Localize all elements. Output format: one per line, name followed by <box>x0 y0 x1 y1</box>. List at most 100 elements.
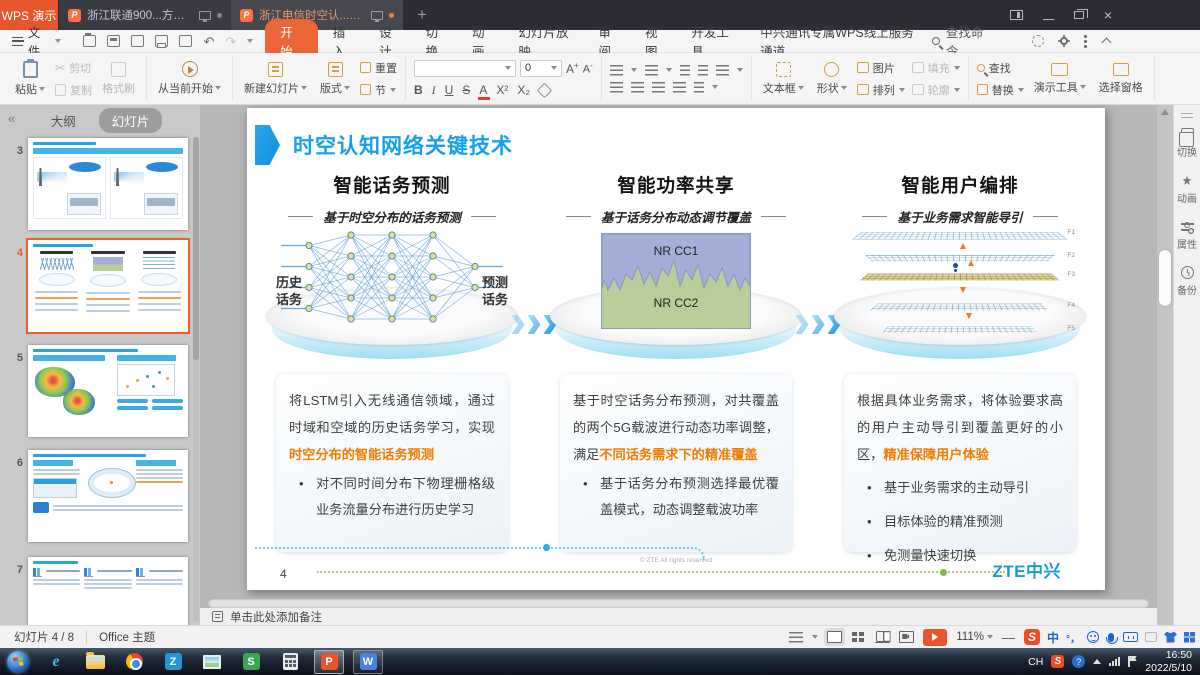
start-button[interactable] <box>7 651 29 673</box>
justify-icon[interactable] <box>673 82 686 93</box>
handwriting-icon[interactable] <box>1145 632 1157 642</box>
column-heading[interactable]: 智能话务预测 <box>273 172 511 198</box>
column-heading[interactable]: 智能用户编排 <box>841 172 1079 198</box>
sidebar-item-transition[interactable]: 切换 <box>1177 128 1197 159</box>
clock[interactable]: 16:50 2022/5/10 <box>1145 649 1192 673</box>
text-card[interactable]: 根据具体业务需求，将体验要求高的用户主动导引到覆盖更好的小区，精准保障用户体验 … <box>844 374 1076 552</box>
close-button[interactable]: × <box>1104 8 1112 22</box>
emoji-icon[interactable] <box>1087 631 1099 643</box>
shrink-font-button[interactable]: A- <box>583 61 593 76</box>
sidebar-item-properties[interactable]: 属性 <box>1177 220 1197 251</box>
preview-icon[interactable] <box>179 35 192 47</box>
align-center-icon[interactable] <box>631 82 644 93</box>
tray-help-icon[interactable]: ? <box>1072 655 1085 668</box>
indent-increase-icon[interactable] <box>698 65 708 76</box>
taskbar-wps-sheets[interactable]: S <box>236 650 266 674</box>
taskbar-ie[interactable]: e <box>41 650 71 674</box>
sidebar-item-backup[interactable]: 备份 <box>1177 266 1197 297</box>
text-direction-icon[interactable] <box>716 65 729 76</box>
scroll-up-icon[interactable] <box>1161 109 1169 115</box>
font-size-combo[interactable]: 0 <box>520 60 562 77</box>
layout-button[interactable]: 版式 <box>317 62 353 96</box>
bold-button[interactable]: B <box>414 83 423 97</box>
collapse-ribbon-icon[interactable] <box>1102 38 1112 48</box>
selection-pane-button[interactable]: 选择窗格 <box>1096 63 1146 95</box>
reset-button[interactable]: 重置 <box>360 60 397 76</box>
collapse-panel-button[interactable]: « <box>8 111 15 126</box>
undo-icon[interactable]: ↶ <box>203 35 214 48</box>
taskbar-explorer[interactable] <box>80 650 110 674</box>
taskbar-chrome[interactable] <box>119 650 149 674</box>
ime-lang-toggle[interactable]: 中 <box>1047 629 1059 646</box>
normal-view-icon[interactable] <box>827 631 842 643</box>
zoom-level[interactable]: 111% <box>956 631 993 643</box>
notes-bar[interactable]: 单击此处添加备注 <box>200 608 1157 625</box>
slide-canvas[interactable]: 时空认知网络关键技术 智能话务预测 基于时空分布的话务预测 历史 话务 预测 话… <box>247 108 1105 590</box>
tray-expand-icon[interactable] <box>1093 659 1101 664</box>
indent-decrease-icon[interactable] <box>680 65 690 76</box>
print-icon[interactable] <box>155 35 168 47</box>
column-subtitle[interactable]: 基于业务需求智能导引 <box>897 207 1022 226</box>
column-subtitle[interactable]: 基于时空分布的话务预测 <box>323 207 461 226</box>
taskbar-image-viewer[interactable] <box>197 650 227 674</box>
taskbar-calculator[interactable] <box>275 650 305 674</box>
format-painter-button[interactable]: 格式刷 <box>99 62 138 96</box>
tab-outline[interactable]: 大纲 <box>38 108 89 133</box>
network-icon[interactable] <box>1109 657 1120 666</box>
action-center-icon[interactable] <box>1128 656 1137 667</box>
subscript-button[interactable]: X₂ <box>517 83 530 97</box>
gear-icon[interactable] <box>1060 37 1068 45</box>
zoom-out-button[interactable]: — <box>1002 630 1015 645</box>
column-heading[interactable]: 智能功率共享 <box>557 172 795 198</box>
layout-panes-icon[interactable] <box>1010 10 1023 20</box>
toolbox-icon[interactable] <box>1184 632 1195 643</box>
tray-language[interactable]: CH <box>1028 656 1043 668</box>
tray-sogou-icon[interactable]: S <box>1051 655 1064 668</box>
sogou-icon[interactable]: S <box>1024 629 1040 645</box>
cut-button[interactable]: ✂剪切 <box>55 60 92 76</box>
slide-thumbnail-5[interactable] <box>28 345 188 437</box>
tab-slides[interactable]: 幻灯片 <box>99 108 163 133</box>
slide-thumbnail-4-selected[interactable] <box>28 240 188 332</box>
customize-caret-icon[interactable] <box>247 39 253 43</box>
line-spacing-icon[interactable] <box>694 82 704 93</box>
paste-button[interactable]: 粘贴 <box>12 61 48 97</box>
picture-button[interactable]: 图片 <box>857 60 905 76</box>
section-button[interactable]: 节 <box>360 82 397 98</box>
column-user-orchestration[interactable]: 智能用户编排 基于业务需求智能导引 F1 F2 F3 F4 F5 <box>841 167 1079 552</box>
column-subtitle[interactable]: 基于话务分布动态调节覆盖 <box>601 207 751 226</box>
scrollbar-thumb[interactable] <box>1159 250 1171 306</box>
vertical-scrollbar[interactable] <box>1157 105 1173 625</box>
sidebar-handle[interactable] <box>1181 113 1193 118</box>
clear-format-icon[interactable] <box>537 82 553 98</box>
slide-thumbnail-7[interactable] <box>28 557 188 625</box>
fill-button[interactable]: 填充 <box>912 60 960 76</box>
strike-button[interactable]: S <box>462 83 470 97</box>
text-box-button[interactable]: 文本框 <box>760 62 807 96</box>
column-traffic-prediction[interactable]: 智能话务预测 基于时空分布的话务预测 历史 话务 预测 话务 将LSTM引入无线… <box>273 167 511 552</box>
replace-button[interactable]: 替换 <box>977 82 1024 98</box>
avatar-icon[interactable] <box>1032 35 1044 47</box>
document-tab-1[interactable]: P 浙江联通900...方案-区县分析 <box>59 0 231 30</box>
frequency-layers-graphic[interactable]: F1 F2 F3 F4 F5 <box>841 229 1079 363</box>
ime-punct-toggle[interactable]: °， <box>1066 630 1080 645</box>
play-from-current-button[interactable]: 从当前开始 <box>155 61 224 96</box>
save-icon[interactable] <box>107 35 120 47</box>
carrier-power-graphic[interactable]: NR CC1 NR CC2 <box>557 229 795 363</box>
horizontal-scrollbar[interactable] <box>208 599 1149 608</box>
outline-button[interactable]: 轮廓 <box>912 82 960 98</box>
present-tools-button[interactable]: 演示工具 <box>1031 63 1089 95</box>
italic-button[interactable]: I <box>432 83 436 98</box>
notes-toggle-icon[interactable] <box>789 632 803 643</box>
open-icon[interactable] <box>83 35 96 47</box>
panel-scrollbar[interactable] <box>193 137 199 622</box>
copy-button[interactable]: 复制 <box>55 82 92 98</box>
superscript-button[interactable]: X² <box>496 83 508 97</box>
slide-title[interactable]: 时空认知网络关键技术 <box>293 130 513 160</box>
grow-font-button[interactable]: A+ <box>566 61 579 76</box>
bullet-list-icon[interactable] <box>610 65 623 76</box>
slide-sorter-icon[interactable] <box>851 631 866 643</box>
text-card[interactable]: 将LSTM引入无线通信领域，通过时域和空域的历史话务学习，实现时空分布的智能话务… <box>276 374 508 552</box>
align-right-icon[interactable] <box>652 82 665 93</box>
record-icon[interactable] <box>899 631 914 643</box>
